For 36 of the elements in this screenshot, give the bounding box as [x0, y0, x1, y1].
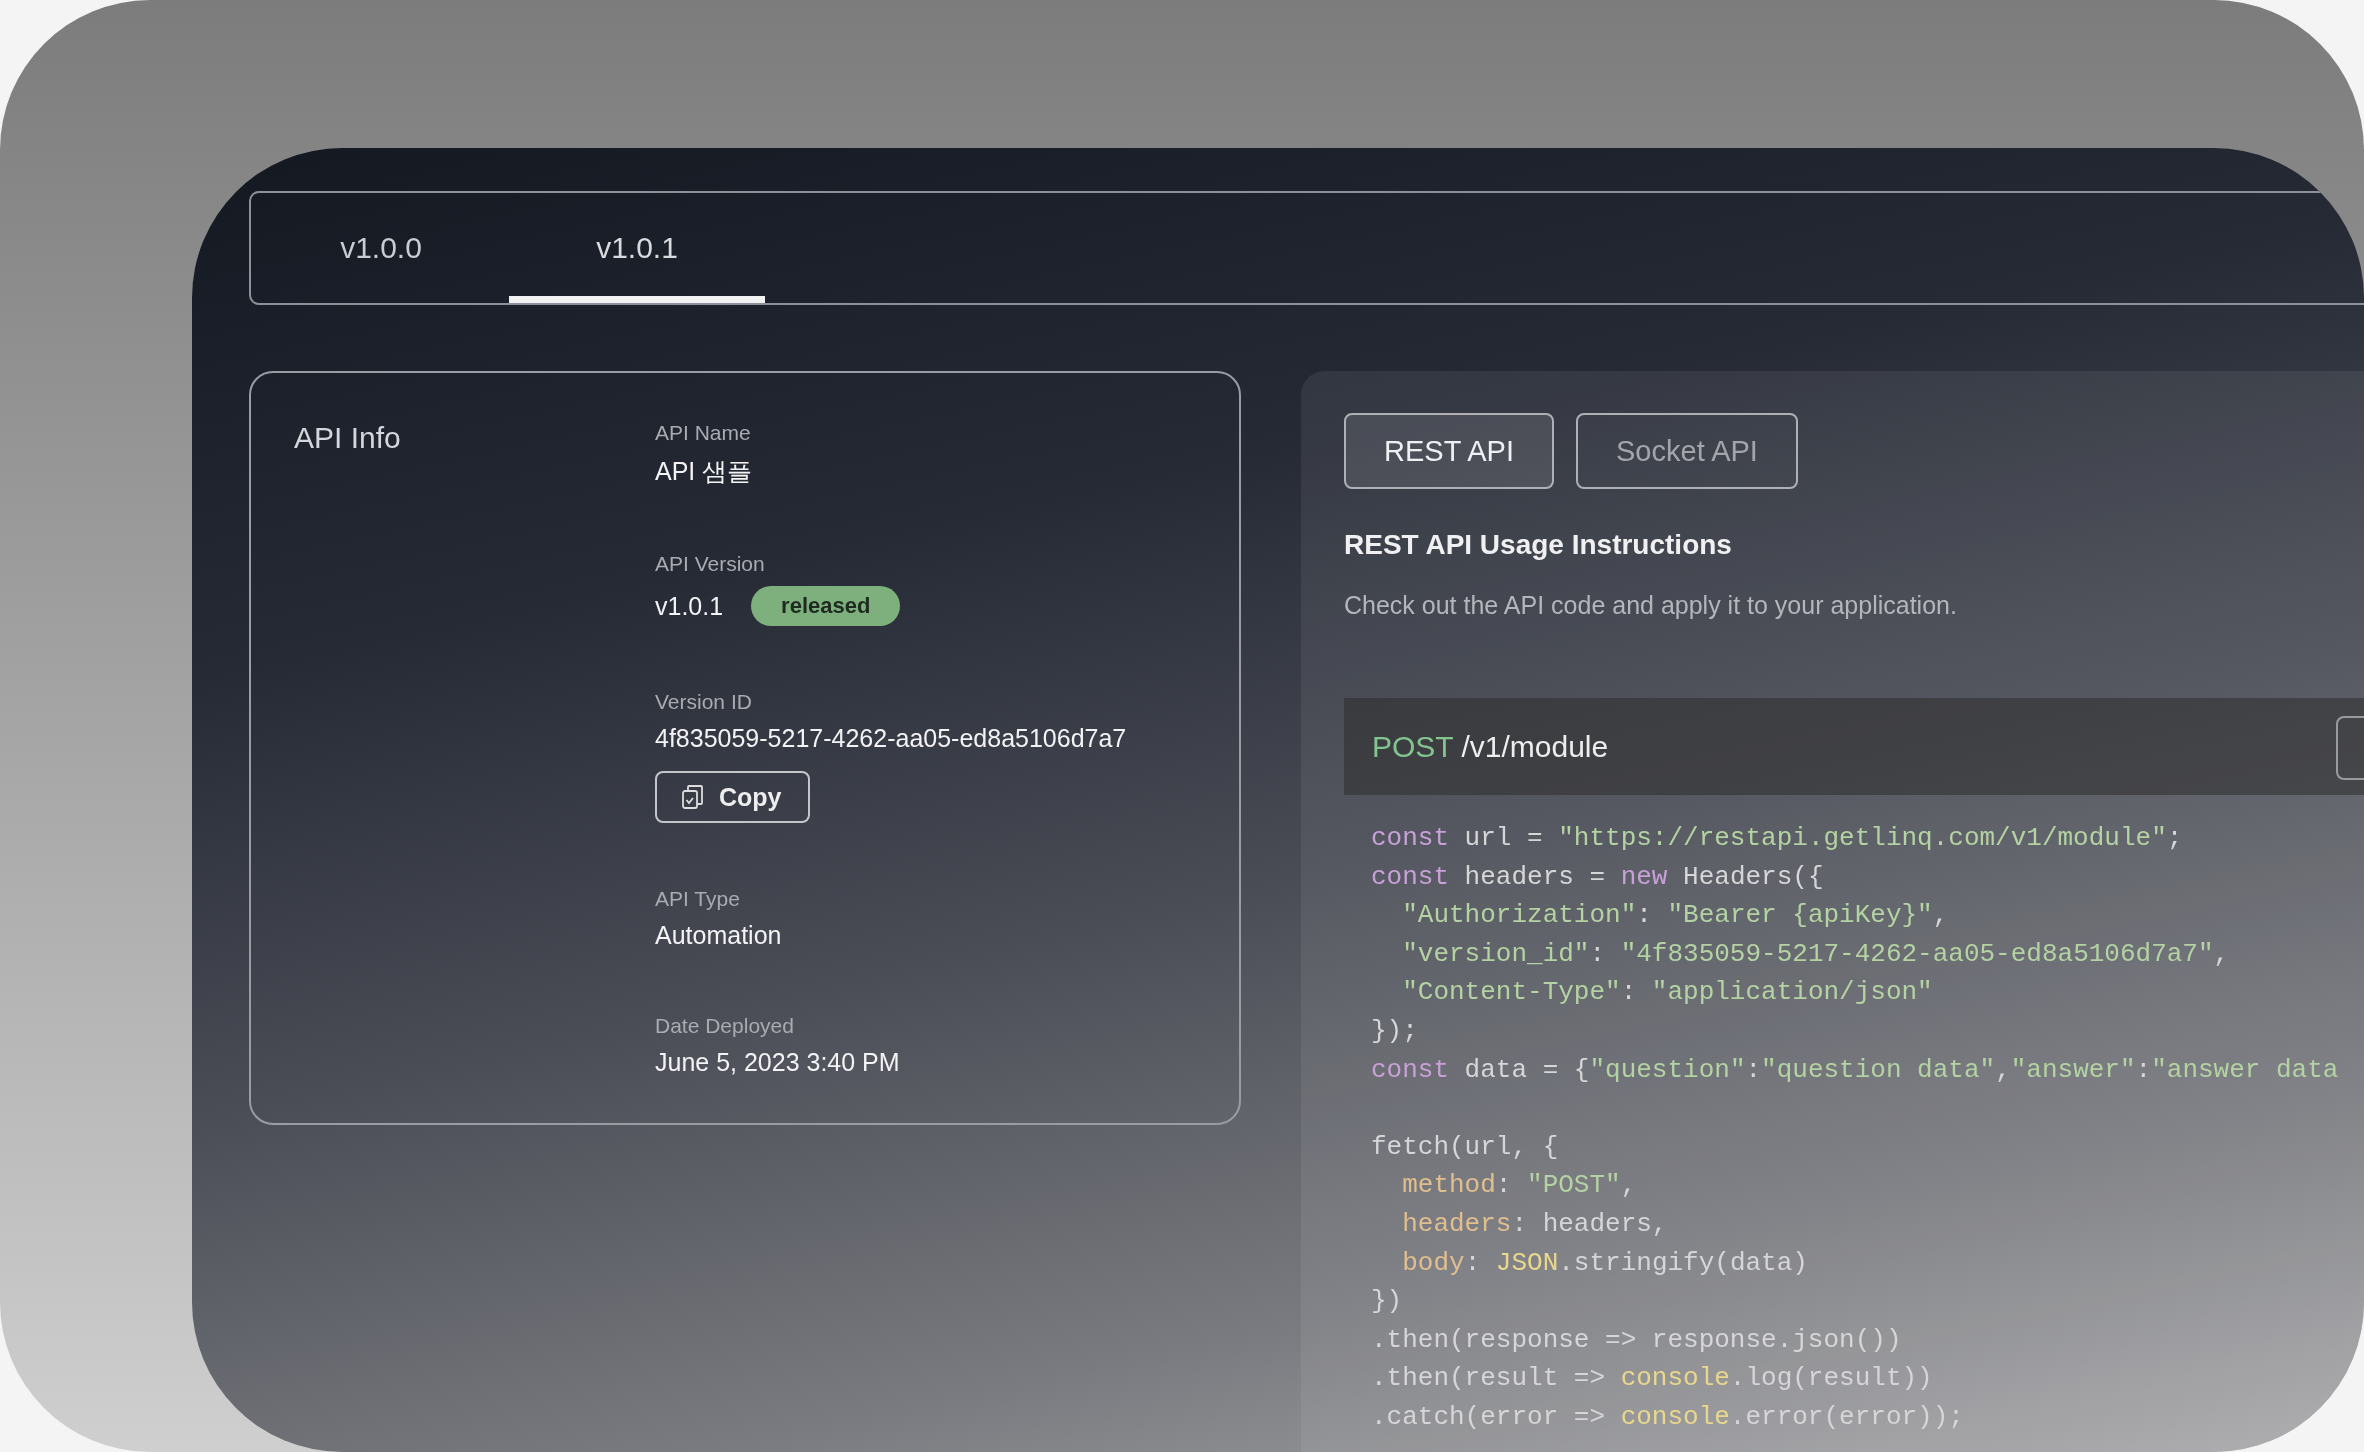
- field-value: v1.0.1: [655, 591, 724, 621]
- field-label: API Version: [655, 552, 765, 576]
- code-line: const headers = new Headers({: [1371, 861, 1824, 892]
- field-value: 4f835059-5217-4262-aa05-ed8a5106d7a7: [655, 724, 1127, 753]
- endpoint-text: POST /v1/module: [1372, 729, 1609, 764]
- field-label: Date Deployed: [655, 1014, 794, 1038]
- code-line: .then(result => console.log(result)): [1371, 1363, 1933, 1394]
- status-badge: released: [751, 586, 901, 626]
- code-line: "Content-Type": "application/json": [1401, 977, 1933, 1008]
- api-type-tab[interactable]: Socket API: [1576, 413, 1798, 489]
- copy-button[interactable]: Copy: [655, 771, 810, 823]
- code-line: const data = {"question":"question data","answer":"answer data: [1371, 1054, 2339, 1085]
- field-label: API Name: [655, 421, 751, 445]
- field-value: API 샘플: [655, 456, 753, 487]
- code-line: headers: headers,: [1401, 1208, 1668, 1239]
- code-line: }): [1371, 1286, 1403, 1317]
- field-value: Automation: [655, 921, 782, 950]
- field-value: June 5, 2023 3:40 PM: [655, 1048, 900, 1077]
- field-label: API Type: [655, 887, 740, 911]
- code-line: body: JSON.stringify(data): [1401, 1247, 1808, 1278]
- section-heading: REST API Usage Instructions: [1344, 529, 1733, 561]
- version-tab[interactable]: v1.0.1: [509, 193, 765, 303]
- clipboard-icon: [681, 784, 705, 810]
- code-line: .then(response => response.json()): [1371, 1324, 1902, 1355]
- code-line: "Authorization": "Bearer {apiKey}",: [1401, 900, 1949, 931]
- code-line: });: [1371, 1015, 1418, 1046]
- code-line: method: "POST",: [1401, 1170, 1637, 1201]
- api-type-tab[interactable]: REST API: [1344, 413, 1555, 489]
- card-title: API Info: [294, 421, 401, 455]
- code-line: .catch(error => console.error(error));: [1371, 1401, 1964, 1432]
- code-line: fetch(url, {: [1371, 1131, 1559, 1162]
- section-description: Check out the API code and apply it to your application.: [1344, 591, 1958, 620]
- code-line: "version_id": "4f835059-5217-4262-aa05-ed8a5106d7a7",: [1401, 938, 2230, 969]
- field-label: Version ID: [655, 690, 752, 714]
- version-tab[interactable]: v1.0.0: [253, 193, 509, 303]
- code-line: const url = "https://restapi.getlinq.com/v1/module";: [1371, 823, 2183, 853]
